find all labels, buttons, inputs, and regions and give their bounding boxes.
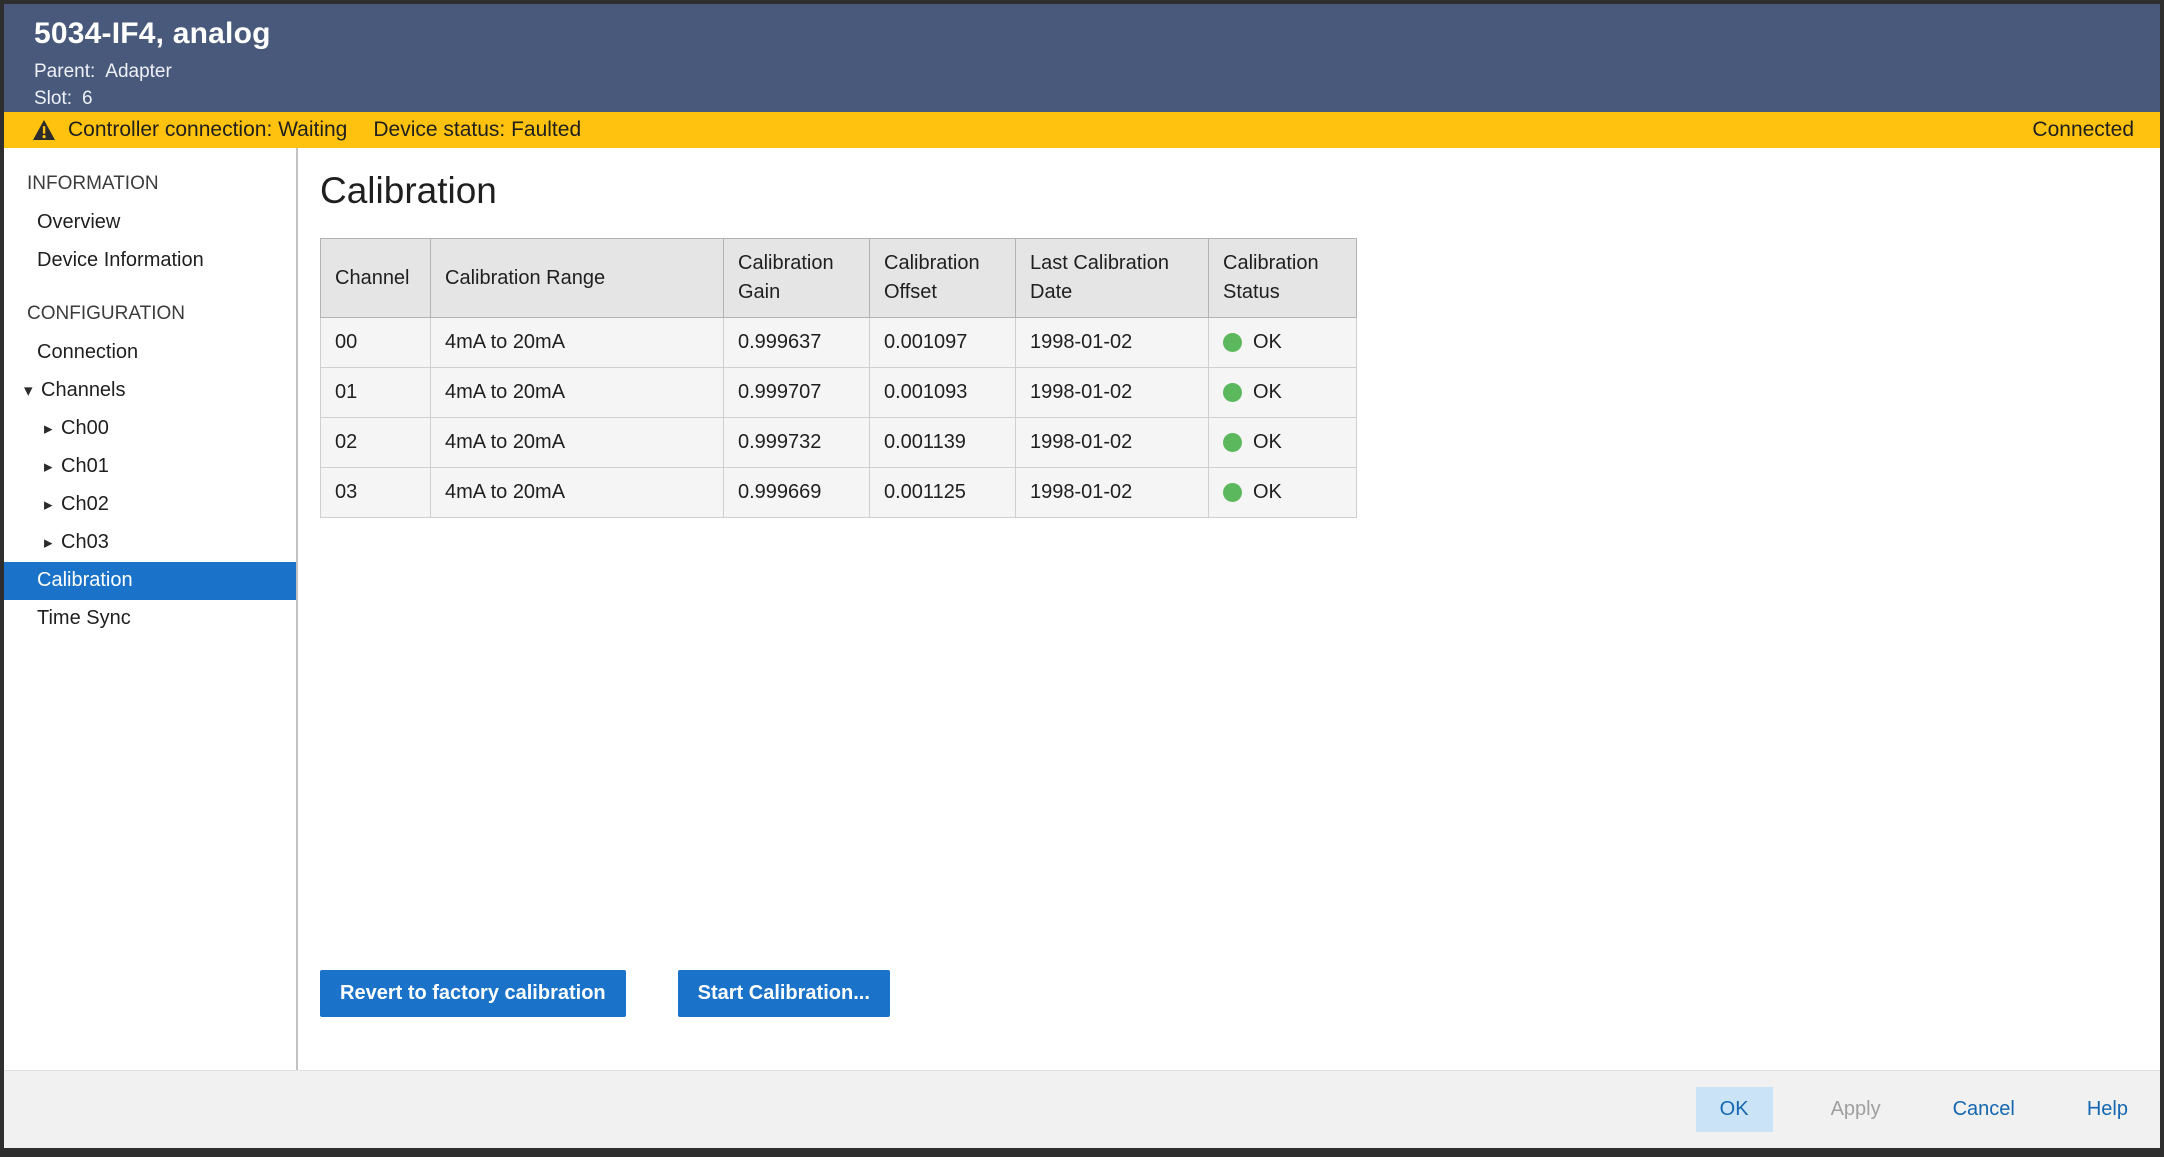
cell-channel: 00 [321,318,431,368]
dialog-footer: OK Apply Cancel Help [4,1070,2160,1148]
cell-date: 1998-01-02 [1016,318,1209,368]
cancel-button[interactable]: Cancel [1939,1087,2029,1132]
cell-gain: 0.999637 [724,318,870,368]
table-row: 01 4mA to 20mA 0.999707 0.001093 1998-01… [321,368,1357,418]
apply-button[interactable]: Apply [1817,1087,1895,1132]
connection-state: Connected [2032,118,2134,142]
cell-date: 1998-01-02 [1016,468,1209,518]
cell-date: 1998-01-02 [1016,418,1209,468]
parent-line: Parent: Adapter [34,58,2130,85]
sidebar-item-calibration[interactable]: Calibration [4,562,296,600]
chevron-right-icon: ▸ [44,457,61,477]
sidebar-item-ch03[interactable]: ▸Ch03 [4,524,296,562]
column-header-calibration-gain: Calibration Gain [724,239,870,318]
sidebar-item-label: Ch03 [61,531,109,553]
sidebar-item-ch02[interactable]: ▸Ch02 [4,486,296,524]
cell-gain: 0.999669 [724,468,870,518]
cell-range: 4mA to 20mA [431,468,724,518]
status-text: OK [1253,381,1282,404]
title-header: 5034-IF4, analog Parent: Adapter Slot: 6 [4,4,2160,112]
sidebar: INFORMATION Overview Device Information … [4,148,296,1070]
status-ok-icon [1223,483,1242,502]
module-title: 5034-IF4, analog [34,17,2130,51]
status-text: OK [1253,481,1282,504]
page-title: Calibration [320,170,2160,212]
column-header-calibration-status: Calibration Status [1209,239,1357,318]
cell-channel: 03 [321,468,431,518]
table-row: 02 4mA to 20mA 0.999732 0.001139 1998-01… [321,418,1357,468]
cell-channel: 02 [321,418,431,468]
table-row: 03 4mA to 20mA 0.999669 0.001125 1998-01… [321,468,1357,518]
chevron-down-icon: ▾ [24,381,41,401]
status-banner: Controller connection: Waiting Device st… [4,112,2160,148]
device-status: Device status: Faulted [373,118,581,142]
cell-status: OK [1209,418,1357,468]
sidebar-item-channels[interactable]: ▾Channels [4,372,296,410]
column-header-channel: Channel [321,239,431,318]
warning-icon [32,119,56,141]
sidebar-item-label: Channels [41,379,126,401]
parent-label: Parent: [34,61,95,82]
help-button[interactable]: Help [2073,1087,2142,1132]
revert-to-factory-calibration-button[interactable]: Revert to factory calibration [320,970,626,1017]
sidebar-gap [4,280,296,294]
sidebar-item-label: Ch01 [61,455,109,477]
table-header-row: Channel Calibration Range Calibration Ga… [321,239,1357,318]
table-row: 00 4mA to 20mA 0.999637 0.001097 1998-01… [321,318,1357,368]
cell-status: OK [1209,318,1357,368]
column-header-last-calibration-date: Last Calibration Date [1016,239,1209,318]
cell-offset: 0.001097 [870,318,1016,368]
sidebar-item-ch01[interactable]: ▸Ch01 [4,448,296,486]
slot-label: Slot: [34,88,72,109]
chevron-right-icon: ▸ [44,495,61,515]
sidebar-section-information: INFORMATION [4,164,296,204]
parent-value: Adapter [105,61,172,82]
status-ok-icon [1223,433,1242,452]
slot-line: Slot: 6 [34,85,2130,112]
cell-offset: 0.001139 [870,418,1016,468]
chevron-right-icon: ▸ [44,419,61,439]
cell-gain: 0.999707 [724,368,870,418]
sidebar-item-ch00[interactable]: ▸Ch00 [4,410,296,448]
main-content: Calibration Channel Calibration Range Ca… [298,148,2160,1070]
cell-gain: 0.999732 [724,418,870,468]
calibration-actions: Revert to factory calibration Start Cali… [320,970,2160,1017]
sidebar-item-label: Ch00 [61,417,109,439]
cell-offset: 0.001125 [870,468,1016,518]
cell-status: OK [1209,368,1357,418]
sidebar-item-time-sync[interactable]: Time Sync [4,600,296,638]
cell-date: 1998-01-02 [1016,368,1209,418]
controller-connection-status: Controller connection: Waiting [68,118,347,142]
cell-channel: 01 [321,368,431,418]
slot-value: 6 [82,88,93,109]
sidebar-item-label: Ch02 [61,493,109,515]
sidebar-item-overview[interactable]: Overview [4,204,296,242]
cell-range: 4mA to 20mA [431,418,724,468]
calibration-table: Channel Calibration Range Calibration Ga… [320,238,1357,518]
sidebar-item-connection[interactable]: Connection [4,334,296,372]
sidebar-section-configuration: CONFIGURATION [4,294,296,334]
status-text: OK [1253,331,1282,354]
ok-button[interactable]: OK [1696,1087,1773,1132]
body: INFORMATION Overview Device Information … [4,148,2160,1070]
chevron-right-icon: ▸ [44,533,61,553]
sidebar-item-device-information[interactable]: Device Information [4,242,296,280]
status-ok-icon [1223,333,1242,352]
cell-offset: 0.001093 [870,368,1016,418]
start-calibration-button[interactable]: Start Calibration... [678,970,890,1017]
cell-range: 4mA to 20mA [431,318,724,368]
status-ok-icon [1223,383,1242,402]
module-properties-window: 5034-IF4, analog Parent: Adapter Slot: 6 C… [0,0,2164,1157]
column-header-calibration-range: Calibration Range [431,239,724,318]
status-text: OK [1253,431,1282,454]
cell-range: 4mA to 20mA [431,368,724,418]
cell-status: OK [1209,468,1357,518]
column-header-calibration-offset: Calibration Offset [870,239,1016,318]
